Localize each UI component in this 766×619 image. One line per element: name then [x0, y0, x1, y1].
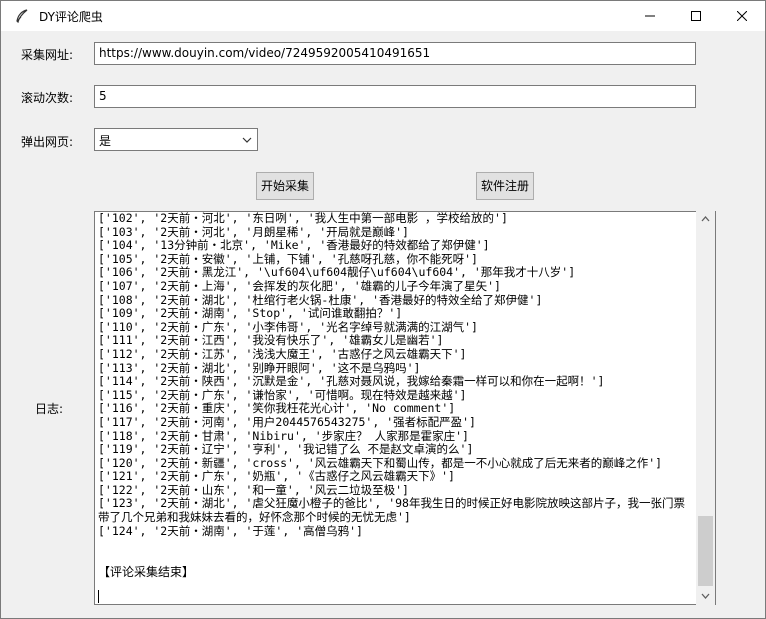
log-scrollbar[interactable]: [696, 211, 715, 605]
close-icon: [737, 11, 747, 21]
scrollbar-thumb[interactable]: [698, 516, 713, 586]
chevron-down-icon: [242, 137, 252, 143]
log-line: ['103', '2天前・河北', '月朗星稀', '开局就是巅峰']: [98, 224, 409, 239]
log-line: ['110', '2天前・广东', '小李伟哥', '光名字绰号就满满的江湖气'…: [98, 319, 478, 334]
maximize-button[interactable]: [673, 1, 719, 31]
text-caret: [98, 590, 99, 603]
chevron-down-icon: [701, 593, 710, 599]
log-line: ['108', '2天前・湖北', '杜绾行老火锅-杜康', '香港最好的特效全…: [98, 292, 543, 307]
log-lines: ['102', '2天前・河北', '东日咧', '我人生中第一部电影 ，学校给…: [98, 212, 694, 538]
scroll-count-label: 滚动次数:: [21, 91, 74, 105]
popup-select-value: 是: [99, 134, 112, 148]
scroll-count-input[interactable]: 5: [94, 85, 696, 108]
minimize-button[interactable]: [627, 1, 673, 31]
software-register-button[interactable]: 软件注册: [476, 172, 534, 200]
log-line: ['111', '2天前・江西', '我没有快乐了', '雄霸女儿是幽若']: [98, 333, 444, 348]
window-title: DY评论爬虫: [39, 10, 103, 24]
log-line: ['123', '2天前・湖北', '虐父狂魔小橙子的爸比', '98年我生日的…: [98, 496, 685, 525]
log-line: ['121', '2天前・广东', '奶瓶', '《古惑仔之风云雄霸天下》']: [98, 469, 455, 484]
log-end-message: 【评论采集结束】: [98, 565, 195, 579]
feather-icon: [15, 9, 29, 24]
log-label: 日志:: [35, 402, 64, 416]
url-input[interactable]: https://www.douyin.com/video/72495920054…: [94, 42, 696, 65]
log-line: ['124', '2天前・湖南', '于莲', '高僧乌鸦']: [98, 523, 363, 538]
title-bar: DY评论爬虫: [1, 1, 765, 31]
log-line: ['112', '2天前・江苏', '浅浅大魔王', '古惑仔之风云雄霸天下']: [98, 346, 467, 361]
url-label: 采集网址:: [21, 48, 74, 62]
log-line: ['120', '2天前・新疆', 'cross', '风云雄霸天下和蜀山传，都…: [98, 455, 663, 470]
log-line: ['104', '13分钟前・北京', 'Mike', '香港最好的特效都给了郑…: [98, 238, 490, 253]
popup-label: 弹出网页:: [21, 135, 74, 149]
log-line: ['106', '2天前・黑龙江', '\uf604\uf604靓仔\uf604…: [98, 265, 576, 280]
log-line: ['102', '2天前・河北', '东日咧', '我人生中第一部电影 ，学校给…: [98, 211, 508, 225]
minimize-icon: [645, 15, 655, 17]
log-line: ['116', '2天前・重庆', '笑你我枉花光心计', 'No commen…: [98, 401, 456, 416]
app-window: DY评论爬虫 采集网址: https://www.douyin.com/vide…: [0, 0, 766, 619]
scroll-down-button[interactable]: [696, 588, 715, 605]
log-textarea[interactable]: ['102', '2天前・河北', '东日咧', '我人生中第一部电影 ，学校给…: [94, 211, 716, 605]
log-line: ['114', '2天前・陕西', '沉默是金', '孔慈对聂风说，我嫁给秦霜一…: [98, 374, 605, 389]
log-line: ['122', '2天前・山东', '和一童', '风云二垃圾至极']: [98, 482, 409, 497]
log-line: ['113', '2天前・湖北', '别睁开眼阿', '这不是乌鸦吗']: [98, 360, 421, 375]
scroll-up-button[interactable]: [696, 211, 715, 228]
log-line: ['105', '2天前・安徽', '上铺，下铺', '孔慈呀孔慈，你不能死呀'…: [98, 251, 478, 266]
chevron-up-icon: [701, 216, 710, 222]
log-line: ['109', '2天前・湖南', 'Stop', '试问谁敢翻拍？']: [98, 306, 403, 321]
close-button[interactable]: [719, 1, 765, 31]
start-collect-button[interactable]: 开始采集: [256, 172, 314, 200]
maximize-icon: [691, 11, 701, 21]
log-line: ['117', '2天前・河南', '用户2044576543275', '强者…: [98, 414, 476, 429]
popup-select[interactable]: 是: [94, 128, 258, 151]
log-line: ['107', '2天前・上海', '会挥发的灰化肥', '雄霸的儿子今年演了星…: [98, 278, 501, 293]
log-line: ['119', '2天前・辽宁', '亨利', '我记错了么 不是赵文卓演的么'…: [98, 442, 474, 457]
log-line: ['115', '2天前・广东', '谦怡家', '可惜啊。现在特效是越来越']: [98, 387, 467, 402]
log-line: ['118', '2天前・甘肃', 'Nibiru', '步家庄？ 人家那是霍家…: [98, 428, 469, 443]
